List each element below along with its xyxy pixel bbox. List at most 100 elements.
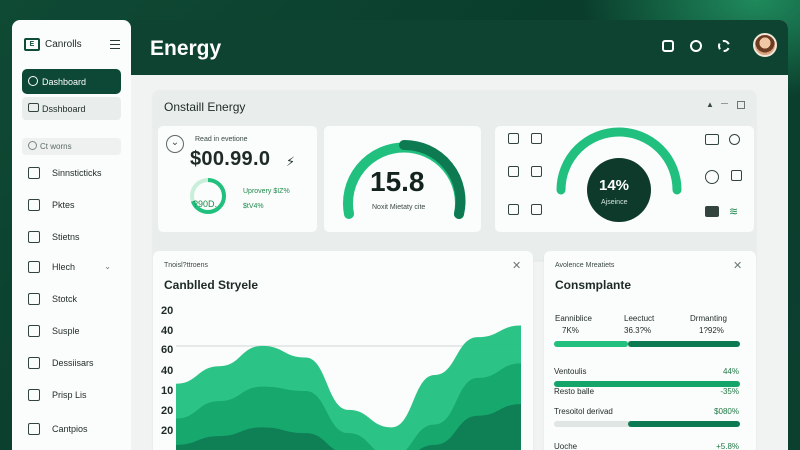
gear-icon	[28, 423, 40, 435]
cart-icon	[28, 325, 40, 337]
y-tick-label: 20	[161, 425, 174, 437]
chevron-down-icon[interactable]: ⌄	[104, 262, 111, 271]
compliance-title: Consmplante	[555, 278, 632, 292]
avatar[interactable]	[753, 33, 777, 57]
y-tick-label: 10	[161, 385, 174, 397]
sidebar-item-label: Dessiisars	[52, 358, 94, 368]
compliance-row-label: Ventoulis	[554, 367, 587, 376]
app-name: Canrolls	[45, 39, 82, 50]
document-icon[interactable]	[508, 133, 519, 144]
gauge-1-value: 15.8	[370, 166, 425, 197]
bell-icon	[28, 261, 40, 273]
chart-title: Canblled Stryele	[164, 278, 259, 292]
sidebar-item-label: Dsshboard	[42, 104, 86, 114]
clipboard-icon[interactable]	[662, 40, 674, 52]
compliance-row-bar-fill	[628, 421, 740, 427]
area-chart	[176, 325, 521, 450]
folder-icon	[28, 357, 40, 369]
table-icon[interactable]	[531, 166, 542, 177]
home-icon[interactable]	[731, 170, 742, 181]
compliance-bar-dark	[628, 341, 740, 347]
sidebar-item-label: Prisp Lis	[52, 390, 87, 400]
chevron-down-icon[interactable]: ⌄	[166, 135, 184, 153]
comp-col-value-1: 7K%	[562, 326, 579, 335]
stat-box: ⌄ Read in evetione $00.99.0 ⚡ ?90D. Upro…	[158, 126, 317, 232]
monitor-icon	[28, 103, 39, 112]
sidebar-item-dsshboard[interactable]: Dsshboard	[22, 97, 121, 120]
search-icon	[28, 76, 38, 86]
sidebar-item-label: Pktes	[52, 200, 75, 210]
settings-icon[interactable]	[718, 40, 730, 52]
compliance-subtitle: Avolence Mreatiets	[555, 262, 615, 269]
sidebar-item-susple[interactable]: Susple	[22, 320, 121, 342]
globe-icon[interactable]	[729, 134, 740, 145]
download-icon[interactable]	[508, 204, 519, 215]
close-icon[interactable]: ✕	[733, 259, 742, 272]
overall-energy-card: Onstaill Energy ▲ — ⌄ Read in evetione $…	[153, 90, 756, 260]
gauge-1-caption: Noxit Mietaty cite	[372, 204, 426, 211]
ring-label: ?90D.	[193, 199, 218, 209]
gauge-box-2: 14% Ajseince ≋	[495, 126, 754, 232]
sidebar-item-sinnsticticks[interactable]: Sinnsticticks	[22, 162, 121, 184]
list-icon[interactable]	[508, 166, 519, 177]
sidebar-item-stietns[interactable]: Stietns	[22, 226, 121, 248]
stat-sub-2: $tV4%	[243, 203, 264, 210]
compliance-bar	[554, 341, 740, 347]
smile-icon[interactable]	[705, 170, 719, 184]
app-logo-icon: E	[24, 38, 40, 51]
expand-icon[interactable]	[737, 101, 745, 109]
dash-icon[interactable]: —	[721, 100, 728, 107]
y-tick-label: 60	[161, 344, 174, 356]
topbar: Energy	[131, 20, 788, 75]
chart-subtitle: Tnoisl?ttroens	[164, 262, 208, 269]
sidebar-item-stotck[interactable]: Stotck	[22, 288, 121, 310]
compliance-row-label: Uoche	[554, 442, 578, 450]
box-icon	[28, 293, 40, 305]
compliance-row-label: Resto balle	[554, 387, 595, 396]
sidebar-item-label: Stotck	[52, 294, 78, 304]
gauge-box-1: 15.8 Noxit Mietaty cite	[324, 126, 481, 232]
search-icon	[28, 141, 37, 150]
progress-ring	[190, 178, 226, 214]
close-icon[interactable]: ✕	[512, 259, 521, 272]
sidebar-item-cantpios[interactable]: Cantpios	[22, 418, 121, 440]
gauge-2-caption: Ajseince	[601, 199, 628, 206]
sidebar-search-placeholder: Ct worns	[40, 142, 72, 151]
calendar-icon[interactable]	[705, 134, 719, 145]
page-title: Energy	[150, 37, 222, 60]
sidebar-item-dashboard[interactable]: Dashboard	[22, 69, 121, 94]
compliance-row-value: +5.8%	[716, 442, 739, 450]
overview-title: Onstaill Energy	[164, 100, 246, 114]
compliance-row-bar	[554, 421, 740, 427]
grid-icon	[28, 199, 40, 211]
chart-card: Tnoisl?ttroens Canblled Stryele ✕ 20 40 60…	[153, 251, 533, 450]
sidebar-item-dessiisars[interactable]: Dessiisars	[22, 352, 121, 374]
compliance-row-value: $080%	[714, 407, 739, 416]
chart-icon	[28, 167, 40, 179]
comp-col-head-3: Drmanting	[690, 314, 727, 323]
gauge-2-value: 14%	[599, 177, 630, 194]
grid-icon[interactable]	[531, 204, 542, 215]
main-panel: Energy Onstaill Energy ▲ — ⌄ Read in eve…	[131, 20, 788, 450]
file-icon[interactable]	[531, 133, 542, 144]
sidebar-item-label: Hlech	[52, 262, 76, 272]
comp-col-value-3: 1?92%	[699, 326, 724, 335]
home-icon	[28, 389, 40, 401]
compliance-bar-light	[554, 341, 629, 347]
sidebar-item-pktes[interactable]: Pktes	[22, 194, 121, 216]
sparkle-icon: ⚡	[286, 154, 296, 169]
sidebar-search[interactable]: Ct worns	[22, 138, 121, 155]
location-icon[interactable]	[690, 40, 702, 52]
compliance-row-value: -35%	[720, 387, 739, 396]
menu-icon[interactable]	[110, 40, 120, 49]
wifi-icon[interactable]: ≋	[729, 205, 738, 218]
sidebar-item-prisp-lis[interactable]: Prisp Lis	[22, 384, 121, 406]
y-tick-label: 20	[161, 305, 174, 317]
y-tick-label: 20	[161, 405, 174, 417]
sidebar-item-label: Susple	[52, 326, 80, 336]
sidebar-header: E Canrolls	[24, 38, 120, 54]
briefcase-icon[interactable]	[705, 206, 719, 217]
stat-sub-1: Uprovery $IZ%	[243, 188, 290, 195]
sidebar-item-hlech[interactable]: Hlech ⌄	[22, 256, 121, 278]
collapse-icon[interactable]: ▲	[706, 100, 714, 109]
